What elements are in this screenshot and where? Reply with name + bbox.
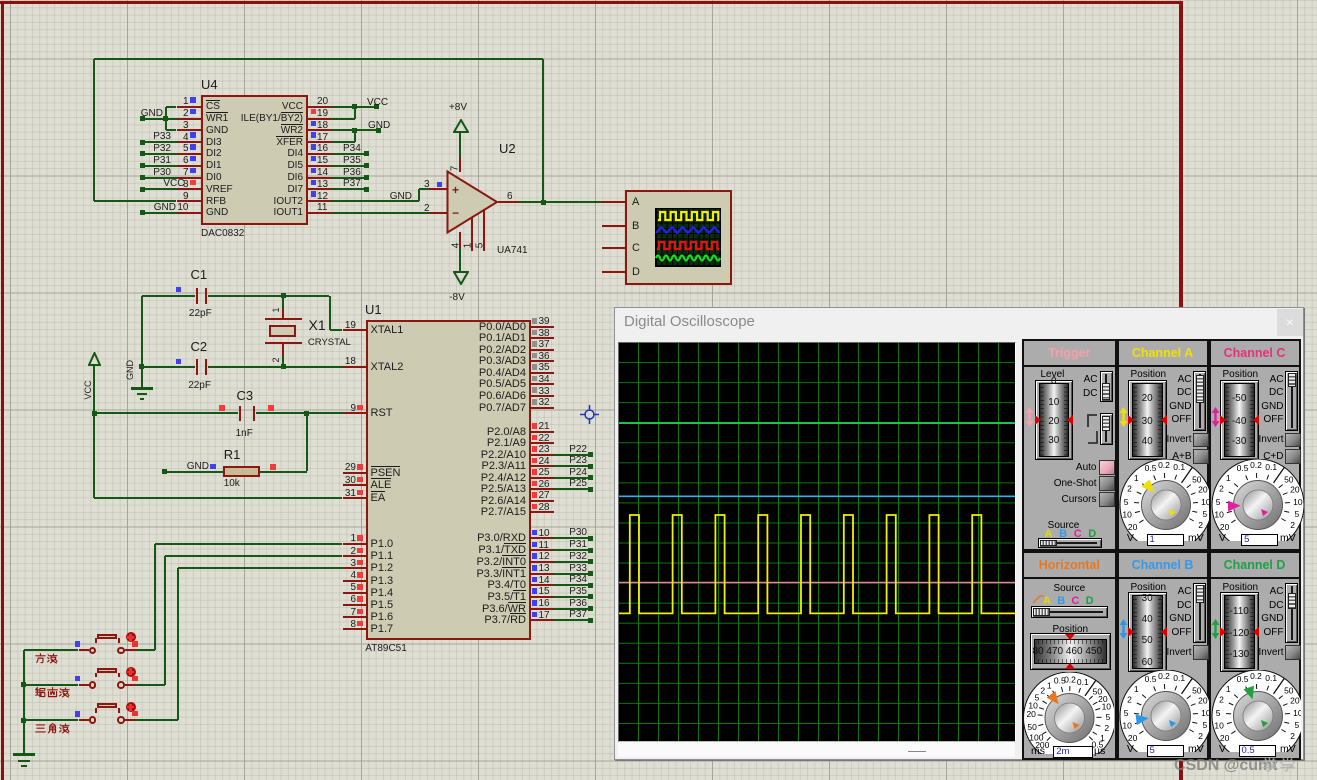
svg-text:2: 2 xyxy=(1198,731,1203,741)
svg-text:5: 5 xyxy=(1294,509,1299,519)
svg-text:5: 5 xyxy=(1202,720,1207,730)
svg-text:2: 2 xyxy=(1127,695,1132,705)
svg-text:0.5: 0.5 xyxy=(1144,463,1156,473)
svg-text:1: 1 xyxy=(1225,684,1230,694)
svg-text:20: 20 xyxy=(1219,522,1229,532)
svg-text:10: 10 xyxy=(1102,701,1112,711)
svg-text:20: 20 xyxy=(1219,733,1229,743)
svg-text:20: 20 xyxy=(1198,696,1208,706)
svg-text:2: 2 xyxy=(1290,520,1295,530)
svg-text:2: 2 xyxy=(1219,695,1224,705)
svg-text:5: 5 xyxy=(1294,720,1299,730)
svg-text:50: 50 xyxy=(1192,475,1202,485)
svg-text:20: 20 xyxy=(1127,522,1137,532)
svg-text:10: 10 xyxy=(1214,510,1224,520)
svg-text:50: 50 xyxy=(1284,686,1294,696)
svg-text:0.5: 0.5 xyxy=(1236,674,1248,684)
svg-text:20: 20 xyxy=(1198,485,1208,495)
svg-text:0.5: 0.5 xyxy=(1236,463,1248,473)
svg-text:0.5: 0.5 xyxy=(1144,674,1156,684)
svg-text:2: 2 xyxy=(1198,520,1203,530)
svg-text:20: 20 xyxy=(1026,709,1036,719)
svg-text:0.2: 0.2 xyxy=(1250,671,1262,681)
svg-text:2: 2 xyxy=(1127,484,1132,494)
svg-text:0.1: 0.1 xyxy=(1265,462,1277,472)
svg-text:50: 50 xyxy=(1284,475,1294,485)
svg-text:20: 20 xyxy=(1290,485,1300,495)
svg-text:2: 2 xyxy=(1290,731,1295,741)
svg-text:5: 5 xyxy=(1215,708,1220,718)
svg-text:5: 5 xyxy=(1215,497,1220,507)
svg-text:0.2: 0.2 xyxy=(1250,460,1262,470)
svg-text:20: 20 xyxy=(1127,733,1137,743)
svg-text:20: 20 xyxy=(1290,696,1300,706)
svg-text:5: 5 xyxy=(1106,712,1111,722)
svg-text:5: 5 xyxy=(1123,497,1128,507)
svg-text:2: 2 xyxy=(1219,484,1224,494)
svg-text:0.1: 0.1 xyxy=(1173,462,1185,472)
svg-text:1: 1 xyxy=(1133,684,1138,694)
svg-text:10: 10 xyxy=(1293,708,1301,718)
svg-text:10: 10 xyxy=(1293,497,1303,507)
svg-text:10: 10 xyxy=(1122,510,1132,520)
svg-text:1: 1 xyxy=(1047,680,1052,690)
svg-text:5: 5 xyxy=(1202,509,1207,519)
svg-text:10: 10 xyxy=(1122,721,1132,731)
svg-text:0.2: 0.2 xyxy=(1158,671,1170,681)
svg-text:5: 5 xyxy=(1123,708,1128,718)
svg-text:0.2: 0.2 xyxy=(1158,460,1170,470)
svg-text:50: 50 xyxy=(1192,686,1202,696)
svg-text:50: 50 xyxy=(1027,722,1037,732)
svg-text:0.1: 0.1 xyxy=(1173,673,1185,683)
svg-text:0.1: 0.1 xyxy=(1265,673,1277,683)
svg-text:0.1: 0.1 xyxy=(1077,676,1089,686)
svg-text:2: 2 xyxy=(1040,685,1045,695)
svg-text:2: 2 xyxy=(1104,722,1109,732)
svg-text:0.2: 0.2 xyxy=(1064,674,1076,684)
svg-text:1: 1 xyxy=(1133,473,1138,483)
svg-text:10: 10 xyxy=(1214,721,1224,731)
svg-text:1: 1 xyxy=(1225,473,1230,483)
